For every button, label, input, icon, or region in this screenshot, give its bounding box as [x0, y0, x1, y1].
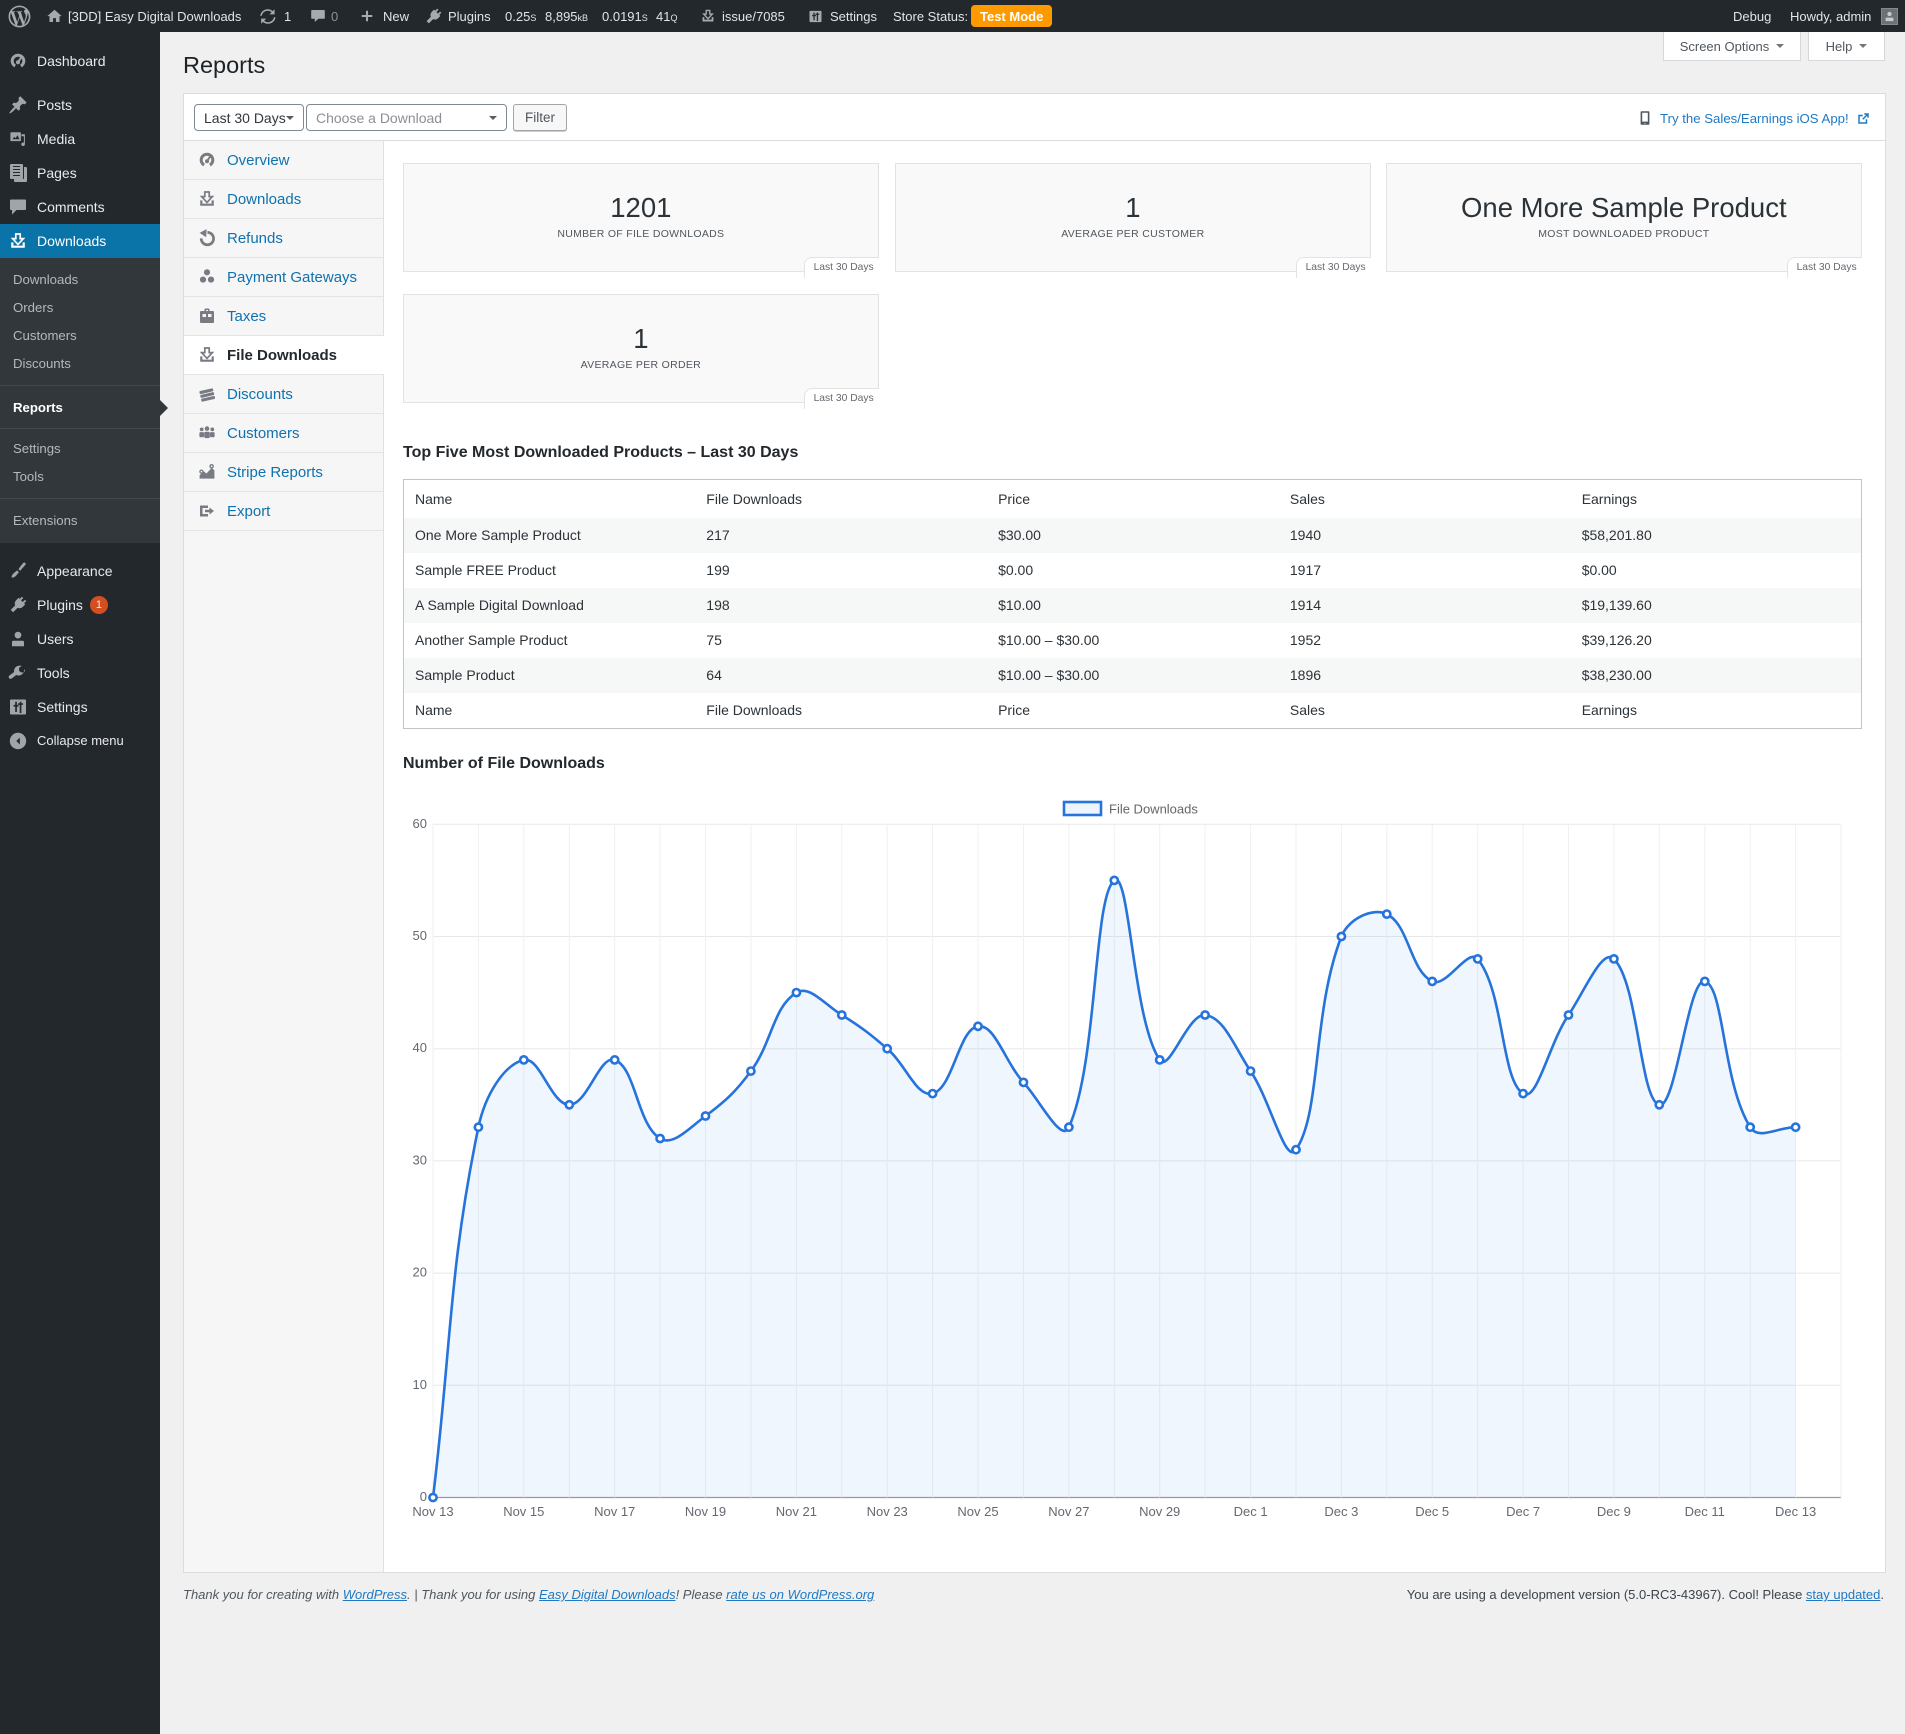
- svg-text:Dec 5: Dec 5: [1415, 1504, 1449, 1519]
- svg-text:40: 40: [413, 1040, 427, 1055]
- svg-text:Nov 21: Nov 21: [776, 1504, 817, 1519]
- svg-text:Dec 1: Dec 1: [1234, 1504, 1268, 1519]
- svg-text:File Downloads: File Downloads: [1109, 802, 1198, 817]
- svg-text:Nov 13: Nov 13: [412, 1504, 453, 1519]
- svg-text:50: 50: [413, 928, 427, 943]
- svg-text:Dec 9: Dec 9: [1597, 1504, 1631, 1519]
- svg-text:20: 20: [413, 1265, 427, 1280]
- svg-text:Dec 11: Dec 11: [1685, 1504, 1725, 1519]
- svg-text:Nov 17: Nov 17: [594, 1504, 635, 1519]
- svg-text:Nov 27: Nov 27: [1048, 1504, 1089, 1519]
- svg-text:Nov 29: Nov 29: [1139, 1504, 1180, 1519]
- svg-text:Nov 19: Nov 19: [685, 1504, 726, 1519]
- svg-text:60: 60: [413, 816, 427, 831]
- svg-text:10: 10: [413, 1377, 427, 1392]
- svg-text:Nov 23: Nov 23: [867, 1504, 908, 1519]
- svg-text:0: 0: [420, 1489, 427, 1504]
- svg-text:Nov 15: Nov 15: [503, 1504, 544, 1519]
- svg-text:Dec 7: Dec 7: [1506, 1504, 1540, 1519]
- svg-text:Dec 3: Dec 3: [1324, 1504, 1358, 1519]
- svg-text:Dec 13: Dec 13: [1775, 1504, 1816, 1519]
- svg-text:Nov 25: Nov 25: [957, 1504, 998, 1519]
- svg-text:30: 30: [413, 1152, 427, 1167]
